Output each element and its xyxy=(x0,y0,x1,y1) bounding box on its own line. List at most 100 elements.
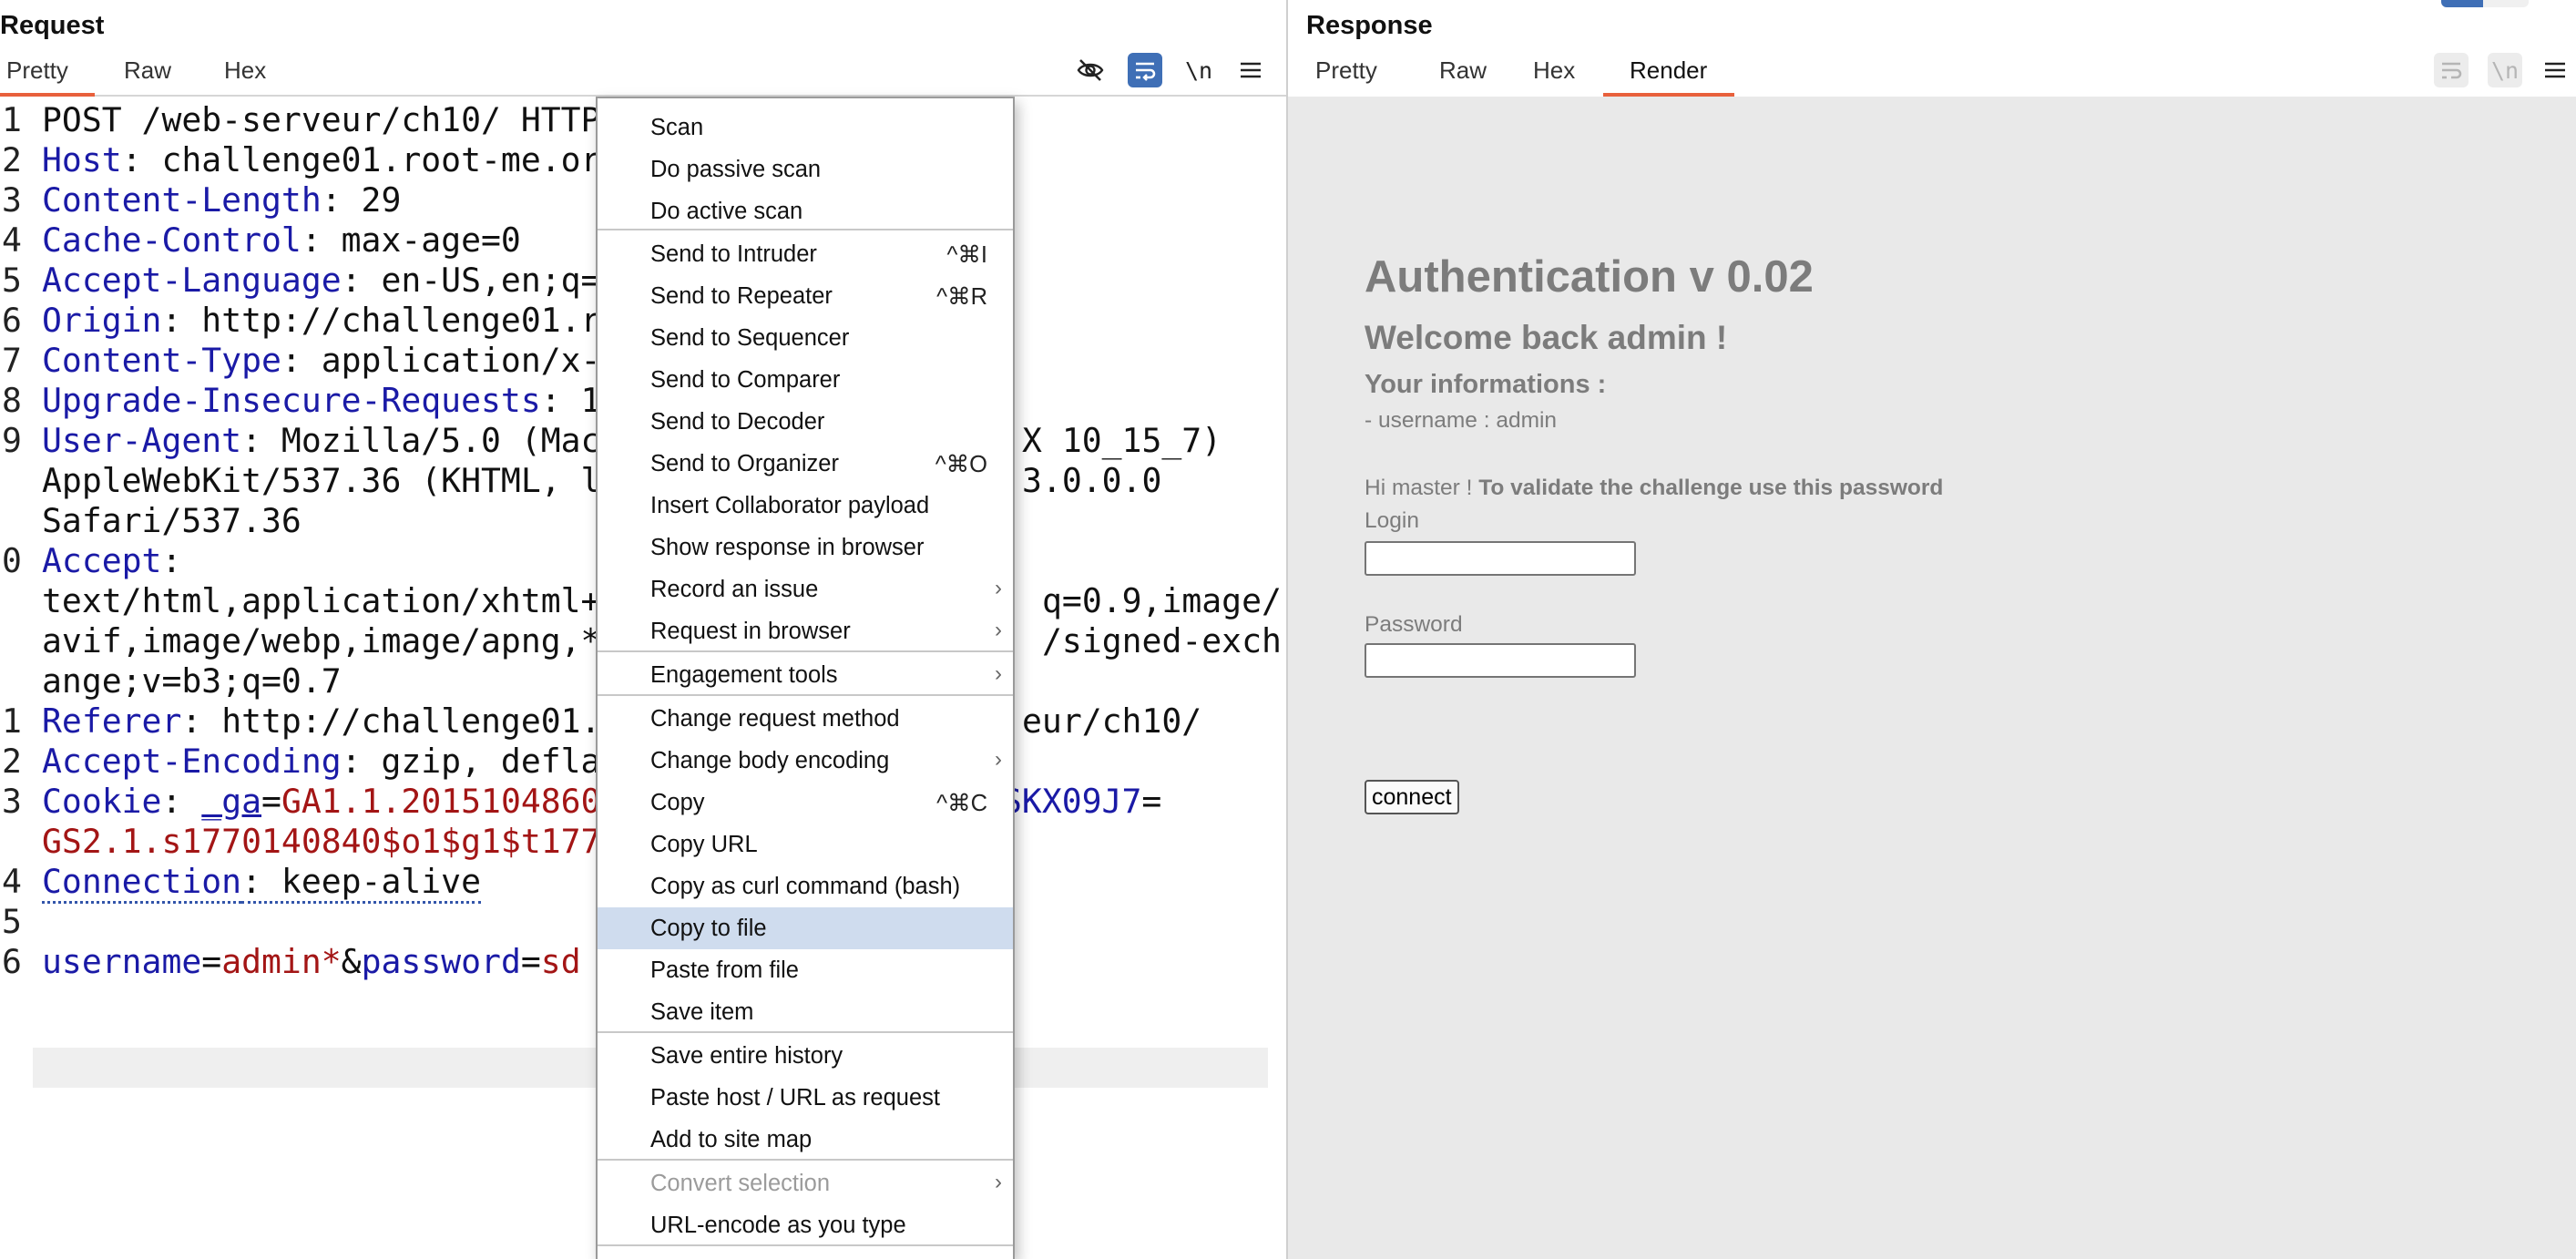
menu-item-send-to-comparer[interactable]: Send to Comparer xyxy=(598,359,1013,401)
code-line: AppleWebKit/537.36 (KHTML, l xyxy=(42,461,601,500)
response-tab-raw[interactable]: Raw xyxy=(1439,56,1487,85)
word-wrap-icon[interactable] xyxy=(2434,53,2469,87)
line-number: 1 xyxy=(2,701,22,741)
connect-button[interactable]: connect xyxy=(1365,780,1459,814)
code-line-fragment: SKX09J7= xyxy=(1002,782,1162,821)
menu-item-engagement-tools[interactable]: Engagement tools › xyxy=(598,654,1013,696)
menu-separator xyxy=(598,1244,1013,1246)
password-input[interactable] xyxy=(1365,643,1636,678)
menu-item-paste-url-as-request[interactable]: Paste host / URL as request xyxy=(598,1077,1013,1119)
menu-item-save-item[interactable]: Save item xyxy=(598,991,1013,1033)
code-line: Accept: xyxy=(42,541,182,580)
welcome-heading: Welcome back admin ! xyxy=(1365,319,1728,356)
line-number: 9 xyxy=(2,421,22,460)
code-line-fragment: eur/ch10/ xyxy=(1022,701,1202,741)
menu-item-send-to-repeater[interactable]: Send to Repeater ^⌘R xyxy=(598,275,1013,317)
code-line: Host: challenge01.root-me.or xyxy=(42,140,601,179)
menu-item-send-to-organizer[interactable]: Send to Organizer ^⌘O xyxy=(598,443,1013,485)
code-line: Safari/537.36 xyxy=(42,501,302,540)
code-line-body: username=admin*&password=sd xyxy=(42,942,581,981)
hide-eye-icon[interactable] xyxy=(1073,53,1108,87)
line-number: 6 xyxy=(2,301,22,340)
code-line: User-Agent: Mozilla/5.0 (Mac xyxy=(42,421,601,460)
menu-separator xyxy=(598,694,1013,696)
menu-item-convert-selection: Convert selection › xyxy=(650,1170,1002,1196)
hamburger-menu-icon[interactable] xyxy=(1233,53,1268,87)
response-tab-pretty[interactable]: Pretty xyxy=(1315,56,1377,85)
request-tab-hex[interactable]: Hex xyxy=(224,56,266,85)
menu-item-insert-collaborator[interactable]: Insert Collaborator payload xyxy=(598,485,1013,527)
response-tab-render[interactable]: Render xyxy=(1630,56,1707,85)
chevron-right-icon: › xyxy=(995,1170,1002,1194)
code-line: Origin: http://challenge01.r xyxy=(42,301,601,340)
line-number: 5 xyxy=(2,902,22,941)
code-line: ange;v=b3;q=0.7 xyxy=(42,661,342,701)
line-number: 8 xyxy=(2,381,22,420)
menu-separator xyxy=(598,229,1013,230)
code-line: Connection: keep-alive xyxy=(42,862,482,904)
menu-item-copy[interactable]: Copy ^⌘C xyxy=(598,782,1013,824)
menu-item-paste-from-file[interactable]: Paste from file xyxy=(598,949,1013,991)
request-tab-pretty[interactable]: Pretty xyxy=(6,56,68,85)
request-active-tab-indicator xyxy=(0,93,95,97)
page-heading: Authentication v 0.02 xyxy=(1365,252,1814,302)
line-number: 4 xyxy=(2,220,22,260)
layout-toggle-active xyxy=(2441,0,2483,7)
username-line: - username : admin xyxy=(1365,408,1558,433)
code-line: GS2.1.s1770140840$o1$g1$t177 xyxy=(42,822,601,861)
menu-item-send-to-sequencer[interactable]: Send to Sequencer xyxy=(598,317,1013,359)
line-number: 3 xyxy=(2,782,22,821)
info-heading: Your informations : xyxy=(1365,370,1607,399)
line-number: 6 xyxy=(2,942,22,981)
chevron-right-icon: › xyxy=(995,576,1002,600)
code-line: Upgrade-Insecure-Requests: 1 xyxy=(42,381,601,420)
code-line-fragment: X 10_15_7) xyxy=(1022,421,1222,460)
context-menu: Scan Do passive scan Do active scan Send… xyxy=(596,97,1015,1259)
code-line: avif,image/webp,image/apng,* xyxy=(42,621,601,660)
request-title: Request xyxy=(0,11,105,40)
hamburger-menu-icon[interactable] xyxy=(2538,53,2572,87)
menu-item-change-body-encoding[interactable]: Change body encoding › xyxy=(598,740,1013,782)
code-line-fragment: 3.0.0.0 xyxy=(1022,461,1162,500)
menu-item-change-request-method[interactable]: Change request method xyxy=(598,698,1013,740)
menu-item-request-in-browser[interactable]: Request in browser › xyxy=(598,610,1013,652)
menu-item-show-response[interactable]: Show response in browser xyxy=(598,527,1013,568)
line-number: 5 xyxy=(2,261,22,300)
menu-separator xyxy=(598,1031,1013,1033)
show-newlines-button[interactable]: \n xyxy=(2488,53,2522,87)
word-wrap-icon[interactable] xyxy=(1128,53,1162,87)
menu-item-send-to-decoder[interactable]: Send to Decoder xyxy=(598,401,1013,443)
request-tab-raw[interactable]: Raw xyxy=(124,56,171,85)
line-number: 7 xyxy=(2,341,22,380)
menu-item-add-to-site-map[interactable]: Add to site map xyxy=(598,1119,1013,1161)
chevron-right-icon: › xyxy=(995,661,1002,686)
chevron-right-icon: › xyxy=(995,618,1002,642)
menu-item-scan[interactable]: Scan xyxy=(598,107,1013,148)
menu-separator xyxy=(598,1159,1013,1161)
line-number: 1 xyxy=(2,100,22,139)
menu-item-copy-url[interactable]: Copy URL xyxy=(598,824,1013,865)
code-line: Cache-Control: max-age=0 xyxy=(42,220,521,260)
menu-item-active-scan[interactable]: Do active scan xyxy=(598,190,1013,232)
layout-toggle[interactable] xyxy=(2441,0,2529,7)
menu-item-copy-to-file[interactable]: Copy to file xyxy=(598,907,1013,949)
menu-item-copy-as-curl[interactable]: Copy as curl command (bash) xyxy=(598,865,1013,907)
menu-item-passive-scan[interactable]: Do passive scan xyxy=(598,148,1013,190)
menu-item-url-encode-as-you-type[interactable]: URL-encode as you type xyxy=(598,1204,1013,1246)
login-input[interactable] xyxy=(1365,541,1636,576)
login-label: Login xyxy=(1365,508,1419,533)
line-number: 3 xyxy=(2,180,22,220)
line-number: 2 xyxy=(2,742,22,781)
line-number: 2 xyxy=(2,140,22,179)
response-title: Response xyxy=(1306,11,1433,40)
menu-separator xyxy=(598,650,1013,652)
chevron-right-icon: › xyxy=(995,747,1002,772)
menu-item-save-entire-history[interactable]: Save entire history xyxy=(598,1035,1013,1077)
response-tab-hex[interactable]: Hex xyxy=(1533,56,1575,85)
hint-line: Hi master ! To validate the challenge us… xyxy=(1365,476,1944,500)
code-line: Accept-Encoding: gzip, defla xyxy=(42,742,601,781)
code-line: Accept-Language: en-US,en;q= xyxy=(42,261,601,300)
menu-item-record-issue[interactable]: Record an issue › xyxy=(598,568,1013,610)
menu-item-send-to-intruder[interactable]: Send to Intruder ^⌘I xyxy=(598,233,1013,275)
show-newlines-button[interactable]: \n xyxy=(1181,53,1216,87)
